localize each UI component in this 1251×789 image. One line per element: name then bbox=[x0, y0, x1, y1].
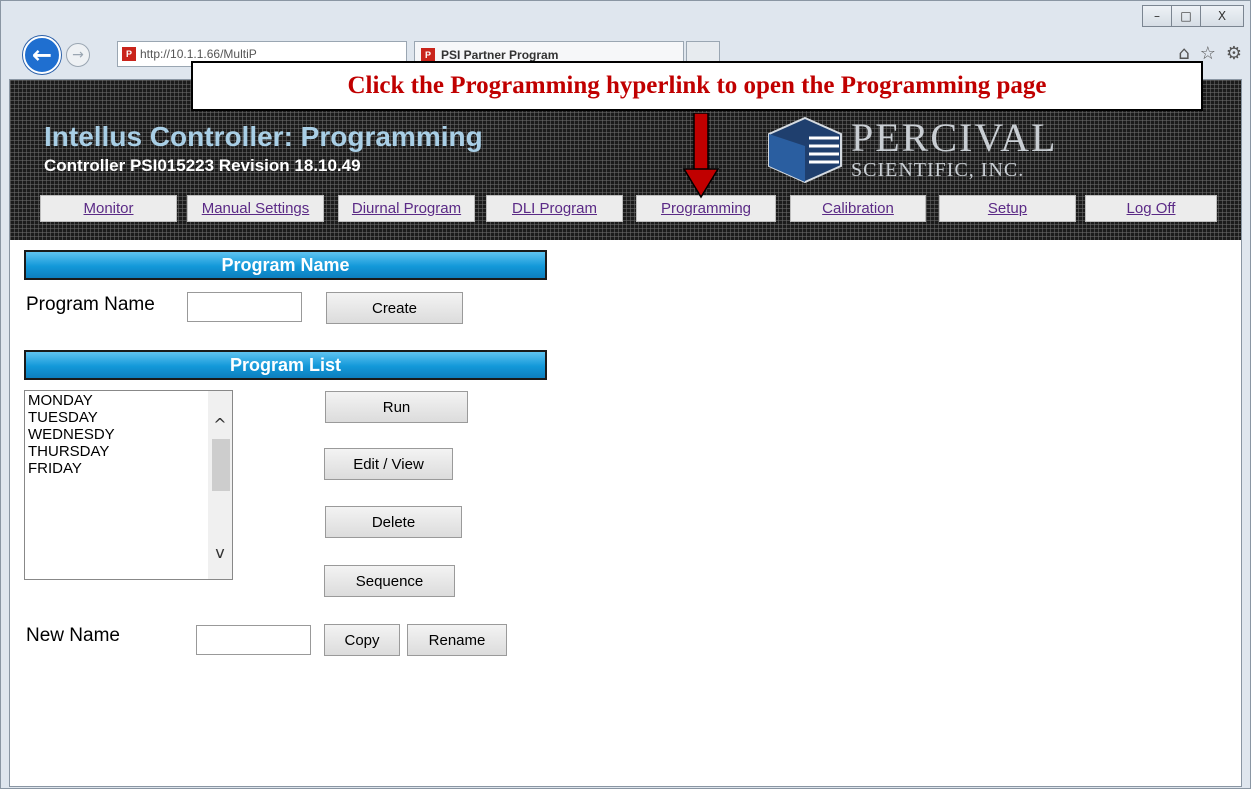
program-list-header: Program List bbox=[24, 350, 547, 380]
list-item[interactable]: WEDNESDY bbox=[28, 426, 115, 443]
chevron-down-icon[interactable]: v bbox=[208, 539, 232, 565]
nav-diurnal-program[interactable]: Diurnal Program bbox=[338, 195, 475, 222]
scrollbar-thumb[interactable] bbox=[212, 439, 230, 491]
create-button[interactable]: Create bbox=[326, 292, 463, 324]
run-button[interactable]: Run bbox=[325, 391, 468, 423]
back-arrow-icon[interactable]: ← bbox=[23, 36, 61, 74]
new-name-label: New Name bbox=[26, 625, 120, 646]
percival-logo: PERCIVAL SCIENTIFIC, INC. bbox=[765, 116, 1057, 184]
chevron-up-icon[interactable]: ^ bbox=[208, 411, 232, 437]
close-button[interactable]: X bbox=[1200, 5, 1244, 27]
window-controls: – □ X bbox=[1142, 5, 1244, 27]
arrow-down-icon bbox=[682, 113, 720, 199]
percival-logo-icon bbox=[768, 116, 842, 184]
address-text: http://10.1.1.66/MultiP bbox=[140, 47, 257, 61]
program-name-input[interactable] bbox=[187, 292, 302, 322]
forward-arrow-icon[interactable]: → bbox=[66, 43, 90, 67]
listbox-scrollbar[interactable]: ^ v bbox=[208, 391, 232, 579]
page-title: Intellus Controller: Programming bbox=[44, 121, 483, 152]
list-item[interactable]: THURSDAY bbox=[28, 443, 115, 460]
program-listbox[interactable]: MONDAY TUESDAY WEDNESDY THURSDAY FRIDAY … bbox=[24, 390, 233, 580]
logo-line1: PERCIVAL bbox=[851, 115, 1058, 160]
gear-icon[interactable]: ⚙ bbox=[1226, 43, 1242, 64]
site-favicon-icon: P bbox=[122, 47, 136, 61]
maximize-button[interactable]: □ bbox=[1171, 5, 1201, 27]
tab-favicon-icon: P bbox=[421, 47, 435, 62]
page-content: Intellus Controller: Programming Control… bbox=[9, 79, 1242, 787]
nav-calibration[interactable]: Calibration bbox=[790, 195, 926, 222]
list-item[interactable]: FRIDAY bbox=[28, 460, 115, 477]
new-name-input[interactable] bbox=[196, 625, 311, 655]
program-name-header: Program Name bbox=[24, 250, 547, 280]
nav-setup[interactable]: Setup bbox=[939, 195, 1076, 222]
edit-view-button[interactable]: Edit / View bbox=[324, 448, 453, 480]
nav-monitor[interactable]: Monitor bbox=[40, 195, 177, 222]
browser-window: – □ X ← → P http://10.1.1.66/MultiP P PS… bbox=[0, 0, 1251, 789]
logo-line2: SCIENTIFIC, INC. bbox=[851, 159, 1025, 181]
delete-button[interactable]: Delete bbox=[325, 506, 462, 538]
nav-dli-program[interactable]: DLI Program bbox=[486, 195, 623, 222]
controller-info: Controller PSI015223 Revision 18.10.49 bbox=[44, 156, 361, 175]
nav-log-off[interactable]: Log Off bbox=[1085, 195, 1217, 222]
tab-title: PSI Partner Program bbox=[441, 47, 559, 62]
main-nav: Monitor Manual Settings Diurnal Program … bbox=[40, 195, 1220, 222]
instruction-callout: Click the Programming hyperlink to open … bbox=[191, 61, 1203, 111]
copy-button[interactable]: Copy bbox=[324, 624, 400, 656]
sequence-button[interactable]: Sequence bbox=[324, 565, 455, 597]
nav-programming[interactable]: Programming bbox=[636, 195, 776, 222]
program-name-label: Program Name bbox=[26, 294, 155, 315]
minimize-button[interactable]: – bbox=[1142, 5, 1172, 27]
rename-button[interactable]: Rename bbox=[407, 624, 507, 656]
list-item[interactable]: MONDAY bbox=[28, 392, 115, 409]
list-item[interactable]: TUESDAY bbox=[28, 409, 115, 426]
nav-manual-settings[interactable]: Manual Settings bbox=[187, 195, 324, 222]
